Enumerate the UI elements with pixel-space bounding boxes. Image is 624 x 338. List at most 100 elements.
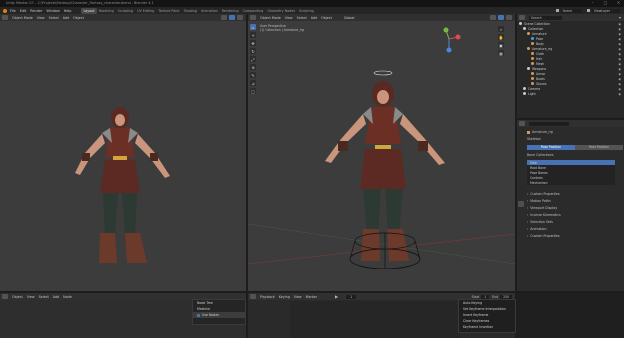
tab-compositing[interactable]: Compositing <box>241 8 266 14</box>
menu-window[interactable]: Window <box>46 9 59 13</box>
timeline-menu-playback[interactable]: Playback <box>260 295 275 299</box>
close-button[interactable]: × <box>616 1 621 5</box>
timeline-editor[interactable]: Playback Keying View Marker ▶ 1 Start 1 … <box>248 293 516 338</box>
tab-sculpting[interactable]: Sculpting <box>116 8 135 14</box>
ortho-toggle-icon[interactable]: ▦ <box>498 50 504 56</box>
tab-layout[interactable]: Layout <box>81 7 97 14</box>
bottom-editor-type-icon[interactable] <box>2 294 8 299</box>
visibility-eye-icon[interactable]: ◉ <box>618 77 621 81</box>
main-menu-add[interactable]: Add <box>311 16 317 20</box>
blender-logo-icon[interactable] <box>3 8 7 13</box>
tab-modeling[interactable]: Modeling <box>97 8 116 14</box>
bottom-menu-select[interactable]: Select <box>39 295 49 299</box>
visibility-eye-icon[interactable]: ◉ <box>618 22 621 26</box>
cursor-tool-icon[interactable]: + <box>250 32 256 38</box>
select-box-tool-icon[interactable]: ▫ <box>250 24 256 30</box>
measure-tool-icon[interactable]: ⊿ <box>250 80 256 86</box>
visibility-eye-icon[interactable]: ◉ <box>618 37 621 41</box>
main-mode-selector[interactable]: Object Mode <box>260 16 281 20</box>
left-shading-solid-icon[interactable] <box>221 15 227 20</box>
menu-render[interactable]: Render <box>30 9 42 13</box>
bottom-menu-node[interactable]: Node <box>63 295 72 299</box>
move-tool-icon[interactable]: ✥ <box>250 40 256 46</box>
checkbox-icon[interactable] <box>197 313 200 317</box>
main-shading-solid-icon[interactable] <box>490 15 496 20</box>
collapsed-section[interactable]: › Viewport Display <box>527 205 623 212</box>
collapsed-section[interactable]: › Motion Paths <box>527 198 623 205</box>
view-layer-selector[interactable]: ViewLayer <box>592 8 620 13</box>
tab-pose-position[interactable]: Pose Position <box>527 145 575 150</box>
bone-collection-item[interactable]: Mechanism <box>527 180 615 185</box>
menu-keyframe-insertion[interactable]: Keyframe Insertion <box>459 324 515 330</box>
object-props-icon[interactable] <box>518 177 524 183</box>
play-icon[interactable]: ▶ <box>335 294 338 299</box>
main-menu-view[interactable]: View <box>285 16 293 20</box>
visibility-eye-icon[interactable]: ◉ <box>618 82 621 86</box>
visibility-eye-icon[interactable]: ◉ <box>618 72 621 76</box>
pan-icon[interactable]: ✋ <box>498 34 504 40</box>
left-menu-select[interactable]: Select <box>49 16 59 20</box>
navigation-gizmo[interactable] <box>434 24 464 54</box>
timeline-menu-view[interactable]: View <box>294 295 302 299</box>
timeline-menu-keying[interactable]: Keying <box>279 295 290 299</box>
bottom-left-editor[interactable]: Object View Select Add Node Node Tree Ma… <box>0 293 246 338</box>
start-frame-field[interactable]: 1 <box>481 294 490 299</box>
tab-scripting[interactable]: Scripting <box>297 8 316 14</box>
bottom-menu-view[interactable]: View <box>27 295 35 299</box>
main-menu-select[interactable]: Select <box>297 16 307 20</box>
left-mode-selector[interactable]: Object Mode <box>12 16 33 20</box>
visibility-eye-icon[interactable]: ◉ <box>618 32 621 36</box>
tab-rendering[interactable]: Rendering <box>220 8 241 14</box>
transform-tool-icon[interactable]: ⊕ <box>250 64 256 70</box>
minimize-button[interactable]: – <box>590 1 595 5</box>
world-props-icon[interactable] <box>518 169 524 175</box>
visibility-eye-icon[interactable]: ◉ <box>618 47 621 51</box>
outliner-item[interactable]: Light ◉ <box>519 91 624 96</box>
visibility-eye-icon[interactable]: ◉ <box>618 67 621 71</box>
editor-type-icon[interactable] <box>2 15 8 20</box>
timeline-type-icon[interactable] <box>250 294 256 299</box>
rotate-tool-icon[interactable]: ↻ <box>250 48 256 54</box>
modifier-props-icon[interactable] <box>518 185 524 191</box>
properties-search[interactable] <box>529 121 569 126</box>
object-name-field[interactable]: Armature_rig <box>532 130 553 134</box>
physics-props-icon[interactable] <box>518 193 524 199</box>
menu-edit[interactable]: Edit <box>20 9 27 13</box>
bone-collections-section[interactable]: Bone Collections <box>527 152 623 159</box>
visibility-eye-icon[interactable]: ◉ <box>618 42 621 46</box>
end-frame-field[interactable]: 250 <box>500 294 512 299</box>
collapsed-section[interactable]: › Custom Properties <box>527 233 623 240</box>
camera-view-icon[interactable]: ▣ <box>498 42 504 48</box>
left-menu-view[interactable]: View <box>37 16 45 20</box>
collapsed-section[interactable]: › Custom Properties <box>527 191 623 198</box>
collapsed-section[interactable]: › Animation <box>527 226 623 233</box>
bottom-menu-add[interactable]: Add <box>53 295 59 299</box>
render-props-icon[interactable] <box>518 137 524 143</box>
scene-props-icon[interactable] <box>518 161 524 167</box>
collapsed-section[interactable]: › Inverse Kinematics <box>527 212 623 219</box>
visibility-eye-icon[interactable]: ◉ <box>618 62 621 66</box>
annotate-tool-icon[interactable]: ✎ <box>250 72 256 78</box>
zoom-icon[interactable]: ⌕ <box>498 26 504 32</box>
visibility-eye-icon[interactable]: ◉ <box>618 27 621 31</box>
output-props-icon[interactable] <box>518 145 524 151</box>
skeleton-section[interactable]: Skeleton <box>527 136 623 143</box>
tab-uv-editing[interactable]: UV Editing <box>135 8 156 14</box>
add-cube-tool-icon[interactable]: □ <box>250 88 256 94</box>
properties-type-icon[interactable] <box>519 121 525 126</box>
collapsed-section[interactable]: › Selection Sets <box>527 219 623 226</box>
main-shading-rendered-icon[interactable] <box>506 15 512 20</box>
tab-rest-position[interactable]: Rest Position <box>575 145 623 150</box>
menu-help[interactable]: Help <box>64 9 72 13</box>
tool-props-icon[interactable] <box>518 129 524 135</box>
filter-icon[interactable]: ▾ <box>619 15 621 20</box>
menu-file[interactable]: File <box>10 9 16 13</box>
outliner-search[interactable]: Search <box>529 15 562 20</box>
transform-orientation-selector[interactable]: Global <box>344 16 355 20</box>
main-shading-material-icon[interactable] <box>498 15 504 20</box>
left-viewport[interactable]: Object Mode View Select Add Object <box>0 14 246 291</box>
visibility-eye-icon[interactable]: ◉ <box>618 92 621 96</box>
visibility-eye-icon[interactable]: ◉ <box>618 87 621 91</box>
bottom-menu-object[interactable]: Object <box>12 295 23 299</box>
left-menu-add[interactable]: Add <box>63 16 69 20</box>
